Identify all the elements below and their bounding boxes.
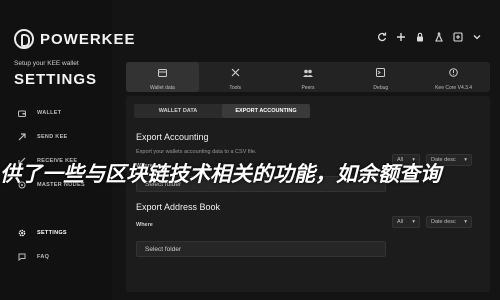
export-accounting-description: Export your wallets accounting data to a… [136, 149, 257, 155]
add-box-icon[interactable] [453, 32, 463, 42]
tools-icon [231, 64, 240, 82]
where-label: Where [136, 222, 153, 228]
wallet-icon [18, 109, 26, 117]
tab-label: Tools [229, 84, 242, 91]
flask-icon[interactable] [434, 32, 444, 42]
sort-value: Date desc [431, 219, 456, 225]
tab-wallet-data[interactable]: Wallet data [126, 62, 199, 92]
export-accounting-title: Export Accounting [136, 132, 209, 142]
sidebar-item-label: SEND KEE [37, 134, 68, 140]
filter-value: All [397, 219, 404, 225]
sidebar-item-send-kee[interactable]: SEND KEE [0, 126, 112, 148]
address-book-folder-input[interactable]: Select folder [136, 241, 386, 257]
sidebar-item-faq[interactable]: FAQ [0, 246, 112, 268]
wallet-data-icon [157, 64, 167, 82]
debug-icon [376, 64, 386, 82]
plus-icon[interactable] [396, 32, 406, 42]
tab-tools[interactable]: Tools [199, 62, 272, 92]
sidebar-item-label: FAQ [37, 254, 50, 260]
send-icon [18, 133, 26, 141]
sidebar-item-label: SETTINGS [37, 230, 67, 236]
settings-content-panel: WALLET DATA EXPORT ACCOUNTING Export Acc… [126, 96, 490, 292]
sidebar-item-label: WALLET [37, 110, 62, 116]
gear-icon [18, 229, 26, 237]
subtab-export-accounting[interactable]: EXPORT ACCOUNTING [222, 104, 310, 118]
sidebar-item-wallet[interactable]: WALLET [0, 102, 112, 124]
top-icon-bar [377, 32, 482, 42]
tab-label: Peers [301, 84, 315, 91]
chevron-down-icon: ▾ [464, 219, 467, 225]
kee-core-icon [449, 64, 458, 82]
tab-label: Wallet data [149, 84, 175, 91]
subtab-wallet-data[interactable]: WALLET DATA [134, 104, 222, 118]
chevron-down-icon: ▾ [412, 219, 415, 225]
overlay-caption: 供了一些与区块链技术相关的功能，如余额查询 [0, 161, 441, 186]
tab-label: Debug [373, 84, 389, 91]
address-filter-select[interactable]: All ▾ [392, 216, 420, 228]
setup-subtitle: Setup your KEE wallet [14, 60, 79, 67]
peers-icon [302, 64, 313, 82]
lock-icon[interactable] [415, 32, 425, 42]
sidebar-item-settings[interactable]: SETTINGS [0, 222, 112, 244]
settings-toolbar: Wallet data Tools Peers Debug Kee Core V… [126, 62, 490, 92]
tab-debug[interactable]: Debug [344, 62, 417, 92]
tab-peers[interactable]: Peers [272, 62, 345, 92]
tab-label: Kee Core V4.3.4 [435, 84, 473, 91]
page-title: SETTINGS [14, 71, 98, 88]
question-icon [18, 253, 26, 261]
brand-name: POWERKEE [40, 31, 136, 48]
sidebar: POWERKEE Setup your KEE wallet SETTINGS … [0, 0, 135, 300]
chevron-down-icon[interactable] [472, 32, 482, 42]
address-sort-select[interactable]: Date desc ▾ [426, 216, 472, 228]
powerkee-logo-icon [14, 29, 34, 49]
export-address-book-title: Export Address Book [136, 202, 221, 212]
subtab-bar: WALLET DATA EXPORT ACCOUNTING [134, 104, 310, 118]
tab-kee-core[interactable]: Kee Core V4.3.4 [417, 62, 490, 92]
refresh-icon[interactable] [377, 32, 387, 42]
